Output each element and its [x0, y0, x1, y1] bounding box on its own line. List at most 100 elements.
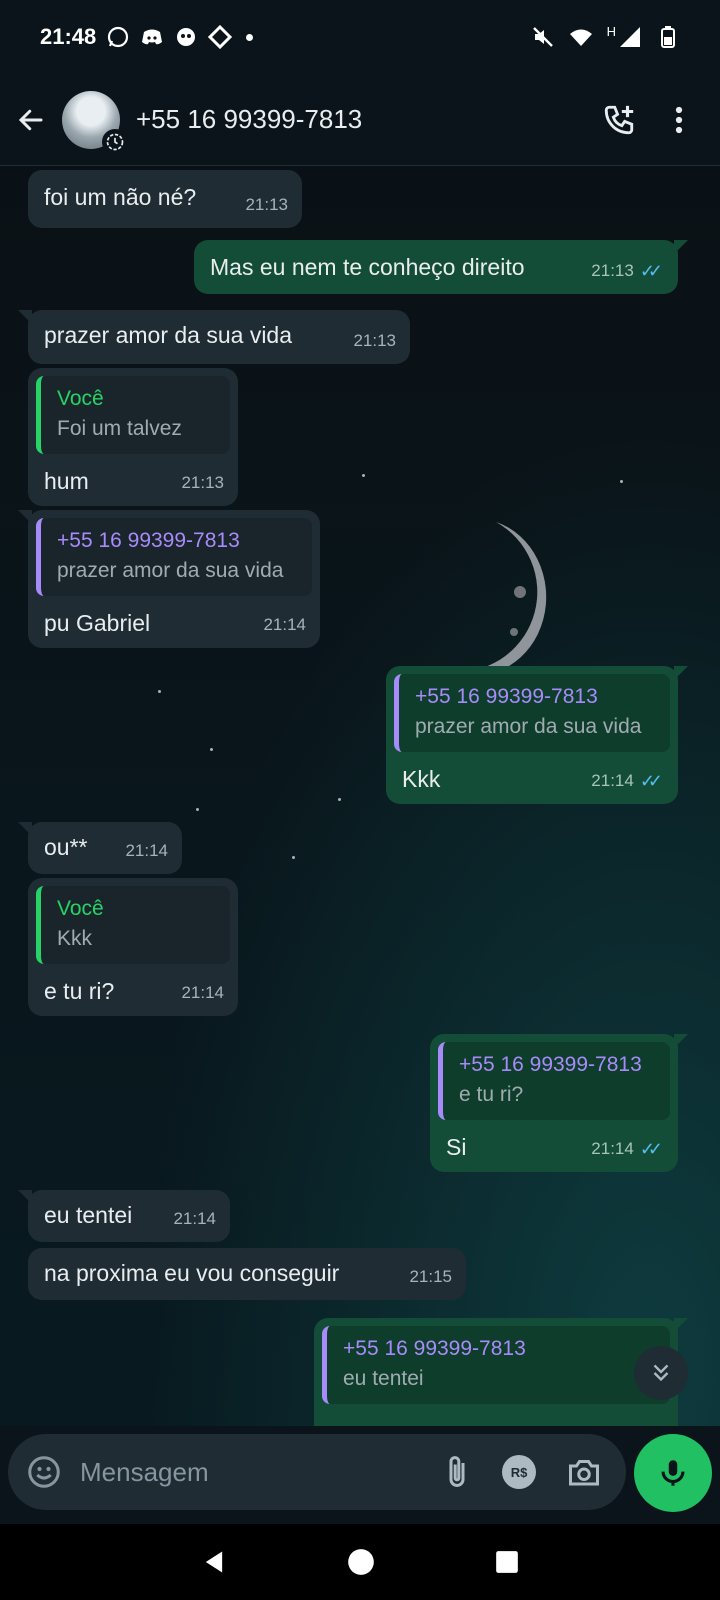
message-time: 21:13 — [245, 195, 288, 214]
diamond-app-icon — [208, 25, 233, 49]
background-star — [210, 748, 213, 751]
quote-text: e tu ri? — [459, 1083, 524, 1106]
quoted-message[interactable]: Você Kkk — [36, 886, 230, 964]
quote-author: Você — [57, 387, 104, 410]
system-navigation-bar — [0, 1524, 720, 1600]
chat-header: +55 16 99399-7813 — [0, 74, 720, 166]
status-icon — [106, 133, 124, 150]
more-notifications-dot — [246, 33, 254, 41]
message-outgoing-reply[interactable]: +55 16 99399-7813 prazer amor da sua vid… — [386, 666, 688, 804]
add-call-icon[interactable] — [602, 103, 636, 137]
message-time: 21:14 — [263, 615, 306, 634]
message-time: 21:14 ✓✓ — [591, 766, 664, 796]
message-incoming-reply[interactable]: Você Kkk e tu ri? 21:14 — [28, 878, 238, 1016]
message-outgoing[interactable]: Mas eu nem te conheço direito 21:13 ✓✓ — [194, 240, 688, 294]
read-receipt-icon: ✓✓ — [639, 1139, 663, 1159]
mic-icon — [661, 1460, 685, 1486]
message-time: 21:14 — [181, 983, 224, 1002]
quote-text: prazer amor da sua vida — [57, 559, 284, 582]
message-outgoing-reply[interactable]: +55 16 99399-7813 eu tentei — [314, 1318, 688, 1426]
background-star — [158, 690, 161, 693]
quoted-message[interactable]: +55 16 99399-7813 eu tentei — [322, 1326, 670, 1404]
quoted-message[interactable]: Você Foi um talvez — [36, 376, 230, 454]
scroll-to-bottom-button[interactable] — [634, 1346, 688, 1400]
message-time: 21:14 — [173, 1209, 216, 1228]
emoji-icon[interactable] — [26, 1454, 62, 1490]
chat-area[interactable]: foi um não né? 21:13 Mas eu nem te conhe… — [0, 166, 720, 1426]
message-incoming[interactable]: foi um não né? 21:13 — [28, 170, 302, 228]
message-text: ou** — [44, 834, 88, 860]
discord-icon — [142, 29, 163, 45]
message-text: Kkk — [402, 766, 441, 792]
battery-icon — [661, 26, 675, 48]
notification-app-icon — [177, 28, 196, 46]
mute-icon — [532, 27, 553, 47]
moon-wallpaper-image — [456, 522, 547, 676]
message-text: pu Gabriel — [44, 610, 151, 636]
message-incoming[interactable]: na proxima eu vou conseguir 21:15 — [28, 1248, 466, 1300]
message-time: 21:14 ✓✓ — [591, 1134, 664, 1164]
voice-message-button[interactable] — [634, 1434, 712, 1512]
message-time: 21:14 — [125, 841, 168, 860]
status-ring-badge — [102, 128, 128, 155]
message-text: eu tentei — [44, 1202, 133, 1228]
more-options-icon[interactable] — [674, 105, 684, 135]
message-incoming[interactable]: eu tentei 21:14 — [18, 1190, 230, 1242]
back-button[interactable] — [14, 103, 48, 137]
quote-text: Kkk — [57, 927, 93, 950]
quoted-message[interactable]: +55 16 99399-7813 prazer amor da sua vid… — [36, 518, 312, 596]
nav-back-icon[interactable] — [200, 1548, 228, 1576]
quoted-message[interactable]: +55 16 99399-7813 prazer amor da sua vid… — [394, 674, 670, 752]
message-incoming-reply[interactable]: Você Foi um talvez hum 21:13 — [28, 368, 238, 506]
background-star — [620, 480, 623, 483]
contact-name[interactable]: +55 16 99399-7813 — [136, 104, 362, 135]
message-text: foi um não né? — [44, 184, 197, 210]
message-time: 21:13 — [181, 473, 224, 492]
message-text: e tu ri? — [44, 978, 115, 1004]
quote-author: Você — [57, 897, 104, 920]
message-text: prazer amor da sua vida — [44, 322, 293, 348]
status-time: 21:48 — [40, 24, 97, 49]
message-outgoing-reply[interactable]: +55 16 99399-7813 e tu ri? Si 21:14 ✓✓ — [430, 1034, 688, 1172]
message-text: na proxima eu vou conseguir — [44, 1260, 340, 1286]
message-incoming[interactable]: prazer amor da sua vida 21:13 — [18, 310, 410, 364]
message-input[interactable] — [80, 1456, 442, 1488]
camera-icon[interactable] — [566, 1454, 602, 1490]
payment-button[interactable]: R$ — [502, 1455, 536, 1489]
quote-text: Foi um talvez — [57, 417, 182, 440]
message-time: 21:13 — [353, 331, 396, 350]
nav-home-icon[interactable] — [347, 1548, 375, 1576]
message-text: Si — [446, 1134, 467, 1160]
quote-author: +55 16 99399-7813 — [57, 529, 240, 552]
background-star — [338, 798, 341, 801]
quote-author: +55 16 99399-7813 — [415, 685, 598, 708]
message-time: 21:13 ✓✓ — [591, 256, 664, 286]
quote-author: +55 16 99399-7813 — [459, 1053, 642, 1076]
whatsapp-icon — [108, 26, 129, 48]
signal-icon — [620, 27, 640, 47]
message-time: 21:15 — [409, 1267, 452, 1286]
read-receipt-icon: ✓✓ — [639, 771, 663, 791]
message-text: Mas eu nem te conheço direito — [210, 254, 525, 280]
composer-bar: R$ — [0, 1426, 720, 1524]
attach-icon[interactable] — [442, 1454, 472, 1490]
message-composer: R$ — [8, 1434, 626, 1510]
message-incoming[interactable]: ou** 21:14 — [18, 822, 182, 874]
back-arrow-icon — [18, 109, 43, 130]
quote-author: +55 16 99399-7813 — [343, 1337, 526, 1360]
status-bar: 21:48 H — [0, 0, 720, 74]
quote-text: eu tentei — [343, 1367, 424, 1390]
background-star — [292, 856, 295, 859]
network-type: H — [606, 23, 616, 39]
read-receipt-icon: ✓✓ — [639, 261, 663, 281]
contact-avatar[interactable] — [62, 90, 128, 155]
background-star — [362, 474, 365, 477]
quote-text: prazer amor da sua vida — [415, 715, 642, 738]
message-incoming-reply[interactable]: +55 16 99399-7813 prazer amor da sua vid… — [18, 510, 320, 648]
nav-recents-icon[interactable] — [494, 1549, 520, 1575]
background-star — [196, 808, 199, 811]
message-text: hum — [44, 468, 89, 494]
scroll-down-icon — [653, 1364, 669, 1382]
wifi-icon — [569, 29, 592, 46]
quoted-message[interactable]: +55 16 99399-7813 e tu ri? — [438, 1042, 670, 1120]
